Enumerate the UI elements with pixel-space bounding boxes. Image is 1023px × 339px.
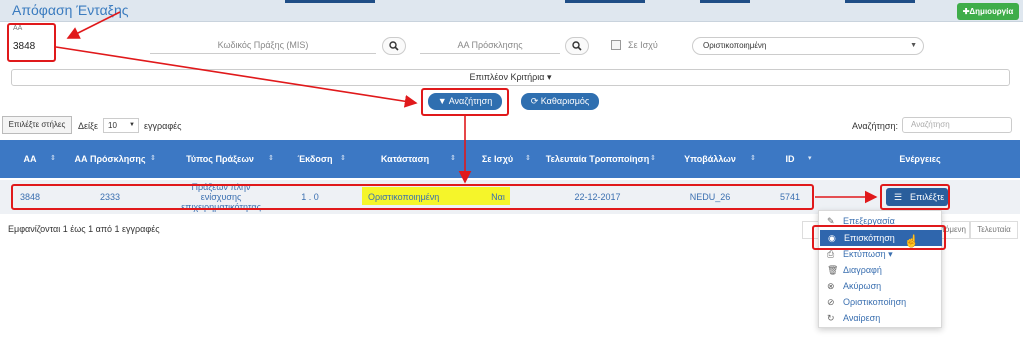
annotation-arrow [66,11,121,39]
annotation-arrows [55,11,878,204]
annotation-arrow [55,46,418,108]
